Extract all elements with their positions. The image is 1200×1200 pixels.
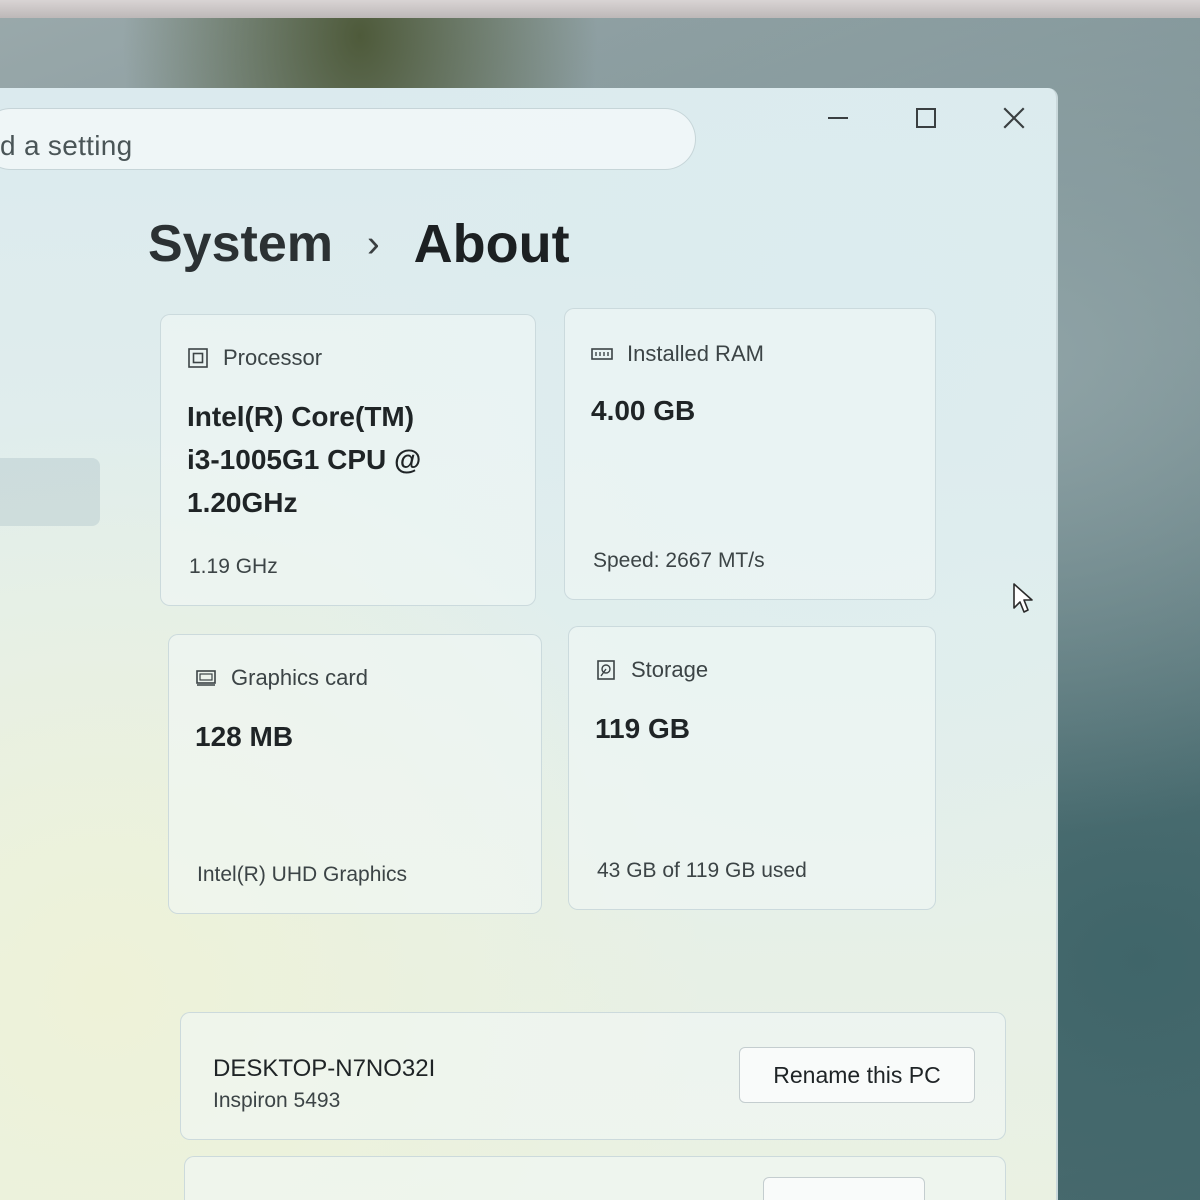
ram-label: Installed RAM — [627, 341, 764, 366]
processor-card: Processor Intel(R) Core(TM) i3-1005G1 CP… — [160, 314, 536, 606]
graphics-label: Graphics card — [231, 665, 368, 690]
storage-icon — [597, 660, 615, 680]
copy-button[interactable] — [763, 1177, 925, 1200]
minimize-button[interactable] — [814, 98, 862, 138]
device-specifications-card — [184, 1156, 1006, 1200]
rename-pc-button[interactable]: Rename this PC — [739, 1047, 975, 1103]
maximize-button[interactable] — [902, 98, 950, 138]
storage-card: Storage 119 GB 43 GB of 119 GB used — [568, 626, 936, 910]
graphics-value: 128 MB — [195, 721, 294, 752]
mouse-cursor-icon — [1013, 583, 1033, 613]
close-button[interactable] — [990, 98, 1038, 138]
monitor-bezel — [0, 0, 1200, 18]
maximize-icon — [916, 108, 936, 128]
graphics-card: Graphics card 128 MB Intel(R) UHD Graphi… — [168, 634, 542, 914]
processor-value: Intel(R) Core(TM) i3-1005G1 CPU @ 1.20GH… — [187, 395, 421, 524]
chevron-right-icon: › — [367, 222, 380, 265]
storage-usage: 43 GB of 119 GB used — [597, 859, 807, 882]
sidebar-item-selected[interactable] — [0, 458, 100, 526]
processor-value-line: i3-1005G1 CPU @ — [187, 444, 422, 475]
storage-value: 119 GB — [595, 713, 690, 744]
breadcrumb-system[interactable]: System — [148, 214, 333, 274]
processor-value-line: 1.20GHz — [187, 487, 298, 518]
graphics-name: Intel(R) UHD Graphics — [197, 863, 408, 886]
ram-icon — [591, 348, 613, 360]
processor-speed: 1.19 GHz — [189, 555, 278, 578]
processor-value-line: Intel(R) Core(TM) — [187, 401, 415, 432]
ram-value: 4.00 GB — [591, 395, 696, 426]
minimize-icon — [828, 117, 848, 119]
storage-label: Storage — [631, 657, 709, 682]
search-placeholder: d a setting — [0, 130, 133, 161]
ram-speed: Speed: 2667 MT/s — [593, 549, 765, 572]
processor-label: Processor — [223, 345, 323, 370]
graphics-card-icon — [196, 670, 216, 686]
ram-card: Installed RAM 4.00 GB Speed: 2667 MT/s — [564, 308, 936, 600]
processor-icon — [188, 348, 208, 368]
page-title: About — [413, 214, 570, 274]
device-name: DESKTOP-N7NO32I — [213, 1055, 436, 1082]
device-model: Inspiron 5493 — [213, 1089, 341, 1112]
breadcrumb: System › About — [148, 212, 570, 276]
close-icon — [1003, 107, 1025, 129]
device-name-card: DESKTOP-N7NO32I Inspiron 5493 Rename thi… — [180, 1012, 1006, 1140]
